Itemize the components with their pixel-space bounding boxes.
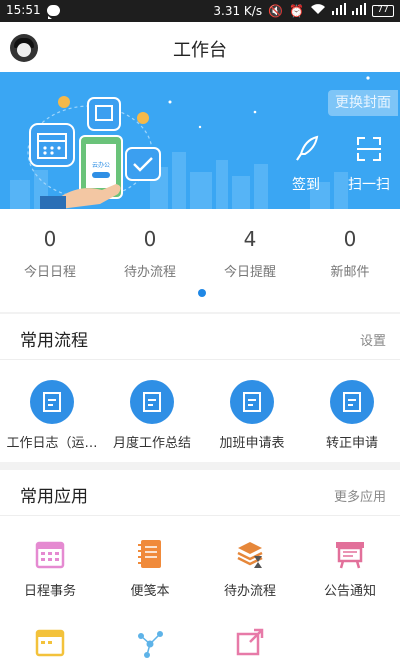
- stat-value: 0: [43, 227, 57, 251]
- stat-pending-flow[interactable]: 0 待办流程: [100, 227, 200, 280]
- sign-in-button[interactable]: 签到: [284, 134, 328, 194]
- app-header: 工作台: [0, 22, 400, 72]
- section-title: 常用应用: [20, 487, 88, 507]
- section-title: 常用流程: [20, 331, 88, 351]
- phone-screen-text: 云办公: [92, 161, 110, 169]
- flow-item[interactable]: 转正申请: [302, 380, 400, 451]
- pager-dot: [198, 289, 206, 297]
- scan-label: 扫一扫: [348, 177, 390, 193]
- app-item[interactable]: [200, 626, 300, 658]
- network-icon: [133, 626, 167, 658]
- hourglass-books-icon: [233, 538, 267, 570]
- change-cover-button[interactable]: 更换封面: [328, 90, 398, 116]
- quill-icon: [291, 135, 321, 168]
- calendar-yellow-icon: [33, 626, 67, 658]
- sign-in-label: 签到: [292, 177, 320, 193]
- notebook-icon: [133, 538, 167, 570]
- app-label: 待办流程: [223, 584, 276, 599]
- app-item[interactable]: 便笺本: [100, 538, 200, 599]
- flow-label: 转正申请: [325, 436, 378, 451]
- stat-value: 0: [343, 227, 357, 251]
- board-icon: [333, 538, 367, 570]
- signal-icon: [332, 3, 346, 18]
- edit-form-icon: [130, 380, 174, 424]
- stat-today-reminder[interactable]: 4 今日提醒: [200, 227, 300, 280]
- stat-label: 新邮件: [330, 265, 370, 280]
- app-item[interactable]: [100, 626, 200, 658]
- stat-today-schedule[interactable]: 0 今日日程: [0, 227, 100, 280]
- more-apps-link[interactable]: 更多应用: [334, 486, 386, 505]
- edit-form-icon: [330, 380, 374, 424]
- app-item[interactable]: 待办流程: [200, 538, 300, 599]
- stat-new-mail[interactable]: 0 新邮件: [300, 227, 400, 280]
- stat-label: 待办流程: [123, 265, 176, 280]
- mute-icon: 🔇: [268, 3, 284, 18]
- flow-label: 加班申请表: [219, 436, 285, 451]
- status-bar: 15:51 3.31 K/s 🔇 ⏰ 77: [0, 0, 400, 22]
- share-icon: [233, 626, 267, 658]
- message-icon: [46, 4, 60, 19]
- status-time: 15:51: [6, 3, 41, 17]
- stat-label: 今日日程: [23, 265, 76, 280]
- stat-value: 0: [143, 227, 157, 251]
- app-label: 公告通知: [323, 584, 376, 599]
- edit-form-icon: [230, 380, 274, 424]
- wifi-icon: [310, 3, 326, 18]
- network-speed: 3.31 K/s: [213, 3, 263, 18]
- app-item[interactable]: [0, 626, 100, 658]
- calendar-icon: [33, 538, 67, 570]
- app-label: 日程事务: [23, 584, 76, 599]
- stat-label: 今日提醒: [223, 265, 276, 280]
- stat-value: 4: [243, 227, 257, 251]
- common-apps-section: 常用应用 更多应用 日程事务 便笺本 待办流程 公告通知: [0, 470, 400, 669]
- flow-item[interactable]: 加班申请表: [202, 380, 302, 451]
- app-item[interactable]: 日程事务: [0, 538, 100, 599]
- alarm-icon: ⏰: [289, 3, 304, 18]
- flow-label: 月度工作总结: [112, 436, 191, 451]
- signal2-icon: [352, 3, 366, 18]
- flow-label: 工作日志（运…: [6, 436, 98, 451]
- scan-button[interactable]: 扫一扫: [344, 134, 394, 194]
- flow-item[interactable]: 月度工作总结: [102, 380, 202, 451]
- flow-item[interactable]: 工作日志（运…: [2, 380, 102, 451]
- battery-icon: 77: [372, 4, 394, 17]
- edit-form-icon: [30, 380, 74, 424]
- settings-link[interactable]: 设置: [360, 330, 386, 349]
- app-item[interactable]: 公告通知: [300, 538, 400, 599]
- common-flows-section: 常用流程 设置 工作日志（运… 月度工作总结 加班申请表 转正申请: [0, 314, 400, 462]
- app-label: 便笺本: [130, 584, 170, 599]
- page-title: 工作台: [173, 40, 227, 61]
- cover-banner: 云办公 更换封面 签到 扫一扫: [0, 72, 400, 209]
- stats-panel: 0 今日日程 0 待办流程 4 今日提醒 0 新邮件: [0, 209, 400, 312]
- scan-icon: [354, 137, 384, 168]
